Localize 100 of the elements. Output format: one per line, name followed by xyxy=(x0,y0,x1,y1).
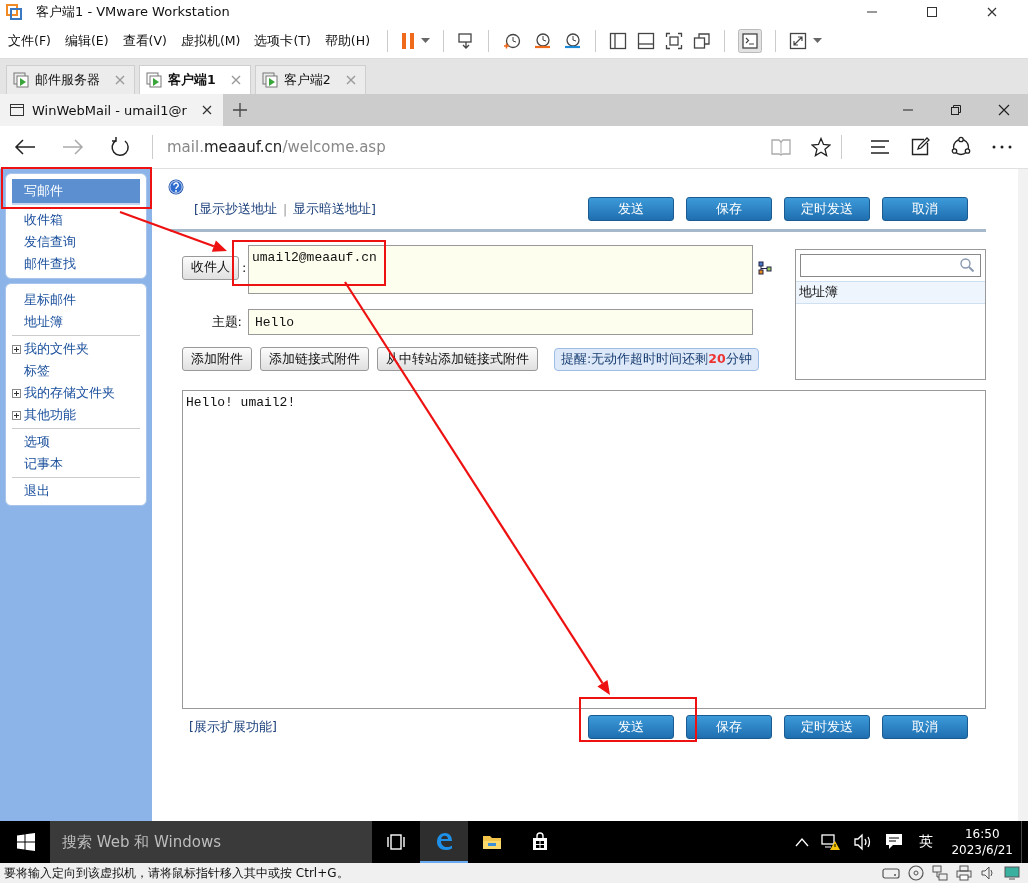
expand-icon[interactable] xyxy=(12,410,21,420)
sidebar-item[interactable]: 地址簿 xyxy=(12,311,140,333)
window-title: 客户端1 - VMware Workstation xyxy=(36,3,230,21)
refresh-icon[interactable] xyxy=(110,137,130,157)
new-tab-icon[interactable] xyxy=(232,103,247,117)
vm-tab[interactable]: 客户端1 xyxy=(139,65,251,94)
pause-icon[interactable] xyxy=(401,32,415,50)
menu-item[interactable]: 文件(F) xyxy=(8,32,51,50)
vmware-logo-icon xyxy=(6,4,22,20)
subject-label: 主题: xyxy=(210,313,243,331)
address-toggle-link[interactable]: 显示抄送地址 xyxy=(198,200,277,218)
sidebar-item[interactable]: 其他功能 xyxy=(12,404,140,426)
share-icon[interactable] xyxy=(950,136,972,158)
network-adapter-icon[interactable] xyxy=(932,865,948,881)
action-button[interactable]: 定时发送 xyxy=(784,715,870,739)
status-text: 要将输入定向到该虚拟机，请将鼠标指针移入其中或按 Ctrl+G。 xyxy=(4,864,349,882)
search-field[interactable] xyxy=(800,254,981,277)
sidebar-item[interactable]: 退出 xyxy=(12,480,140,502)
stretch-icon[interactable] xyxy=(789,32,807,50)
close-icon[interactable] xyxy=(986,6,998,18)
address-book-header[interactable]: 地址簿 xyxy=(796,281,985,304)
input-method-indicator[interactable]: 英 xyxy=(919,833,934,851)
expand-icon[interactable] xyxy=(12,388,21,398)
speaker-icon[interactable] xyxy=(980,865,996,881)
vm-play-icon xyxy=(261,72,278,88)
sidebar-view-icon[interactable] xyxy=(609,32,627,50)
notification-icon[interactable] xyxy=(885,833,904,851)
page-icon xyxy=(10,104,24,116)
sidebar-item[interactable]: 我的文件夹 xyxy=(12,338,140,360)
help-icon[interactable] xyxy=(168,179,184,195)
caret-icon[interactable] xyxy=(421,38,430,44)
action-button[interactable]: 保存 xyxy=(686,197,772,221)
sidebar-item[interactable]: 记事本 xyxy=(12,453,140,475)
clock[interactable]: 16:50 2023/6/21 xyxy=(951,826,1013,858)
close-icon[interactable] xyxy=(200,104,213,116)
sidebar-item[interactable]: 收件箱 xyxy=(12,209,140,231)
more-icon[interactable] xyxy=(992,145,1012,149)
vm-tab[interactable]: 客户端2 xyxy=(254,65,366,94)
search-field[interactable]: 搜索 Web 和 Windows xyxy=(50,821,372,863)
attachment-button[interactable]: 添加链接式附件 xyxy=(260,347,369,371)
panel-view-icon[interactable] xyxy=(637,32,655,50)
close-icon[interactable] xyxy=(998,104,1010,116)
sidebar-item[interactable]: 标签 xyxy=(12,360,140,382)
separator-text: | xyxy=(282,201,288,217)
snapshot-manager-icon[interactable] xyxy=(562,32,582,50)
address-tree-icon[interactable] xyxy=(758,260,772,275)
printer-icon[interactable] xyxy=(956,865,972,881)
address-field[interactable]: mail.meaauf.cn/welcome.asp xyxy=(165,134,388,160)
vm-play-icon xyxy=(13,72,29,88)
subject-field[interactable]: Hello xyxy=(248,309,753,335)
action-button[interactable]: 定时发送 xyxy=(784,197,870,221)
sidebar-item[interactable]: 邮件查找 xyxy=(12,253,140,275)
colon-text: : xyxy=(242,260,247,275)
caret-icon[interactable] xyxy=(813,38,822,44)
address-toggle-link[interactable]: 显示暗送地址 xyxy=(293,200,372,218)
vm-play-icon xyxy=(146,72,162,88)
network-warning-icon[interactable] xyxy=(821,833,842,851)
sidebar-item[interactable]: 发信查询 xyxy=(12,231,140,253)
menu-item[interactable]: 虚拟机(M) xyxy=(180,32,241,50)
menu-item[interactable]: 编辑(E) xyxy=(64,32,109,50)
back-icon[interactable] xyxy=(14,138,36,156)
recipient-field[interactable]: umail2@meaauf.cn xyxy=(248,245,753,294)
favorite-star-icon[interactable] xyxy=(811,137,831,157)
vm-tab[interactable]: 邮件服务器 xyxy=(6,65,135,94)
sidebar-item[interactable]: 选项 xyxy=(12,431,140,453)
maximize-icon[interactable] xyxy=(926,6,938,18)
action-button[interactable]: 取消 xyxy=(882,715,968,739)
expand-icon[interactable] xyxy=(12,344,21,354)
cd-drive-icon[interactable] xyxy=(908,865,924,881)
send-keys-icon[interactable] xyxy=(457,32,475,50)
expand-features-link[interactable]: [展示扩展功能] xyxy=(182,718,277,736)
snapshot-clock-icon[interactable] xyxy=(502,32,522,50)
recipient-button[interactable]: 收件人 xyxy=(182,255,239,280)
search-icon[interactable] xyxy=(960,258,974,272)
reminder-badge: 提醒:无动作超时时间还剩20分钟 xyxy=(554,347,759,371)
note-pen-icon[interactable] xyxy=(910,137,930,157)
sidebar-item[interactable]: 星标邮件 xyxy=(12,289,140,311)
action-button[interactable]: 保存 xyxy=(686,715,772,739)
windows-start-icon[interactable] xyxy=(17,833,35,851)
display-icon[interactable] xyxy=(1004,865,1020,881)
browser-tab[interactable]: WinWebMail - umail1@r xyxy=(0,94,223,126)
chevron-up-icon[interactable] xyxy=(795,837,810,847)
menu-item[interactable]: 查看(V) xyxy=(122,32,167,50)
sidebar-item[interactable]: 我的存储文件夹 xyxy=(12,382,140,404)
shopping-bag-icon xyxy=(530,832,550,852)
action-button[interactable]: 发送 xyxy=(588,197,674,221)
bracket-text: [ xyxy=(194,201,199,217)
action-button[interactable]: 取消 xyxy=(882,197,968,221)
message-body-field[interactable]: Hello! umail2! xyxy=(182,390,986,709)
full-screen-icon[interactable] xyxy=(665,32,683,50)
menu-item[interactable]: 帮助(H) xyxy=(324,32,370,50)
restore-icon[interactable] xyxy=(950,104,962,116)
hub-icon[interactable] xyxy=(870,139,890,155)
menu-item[interactable]: 选项卡(T) xyxy=(254,32,311,50)
revert-clock-icon[interactable] xyxy=(532,32,552,50)
task-view-icon xyxy=(386,832,406,852)
console-icon[interactable] xyxy=(738,29,762,53)
attachment-button[interactable]: 添加附件 xyxy=(182,347,252,371)
unity-view-icon[interactable] xyxy=(693,32,711,50)
action-button[interactable]: 发送 xyxy=(588,715,674,739)
